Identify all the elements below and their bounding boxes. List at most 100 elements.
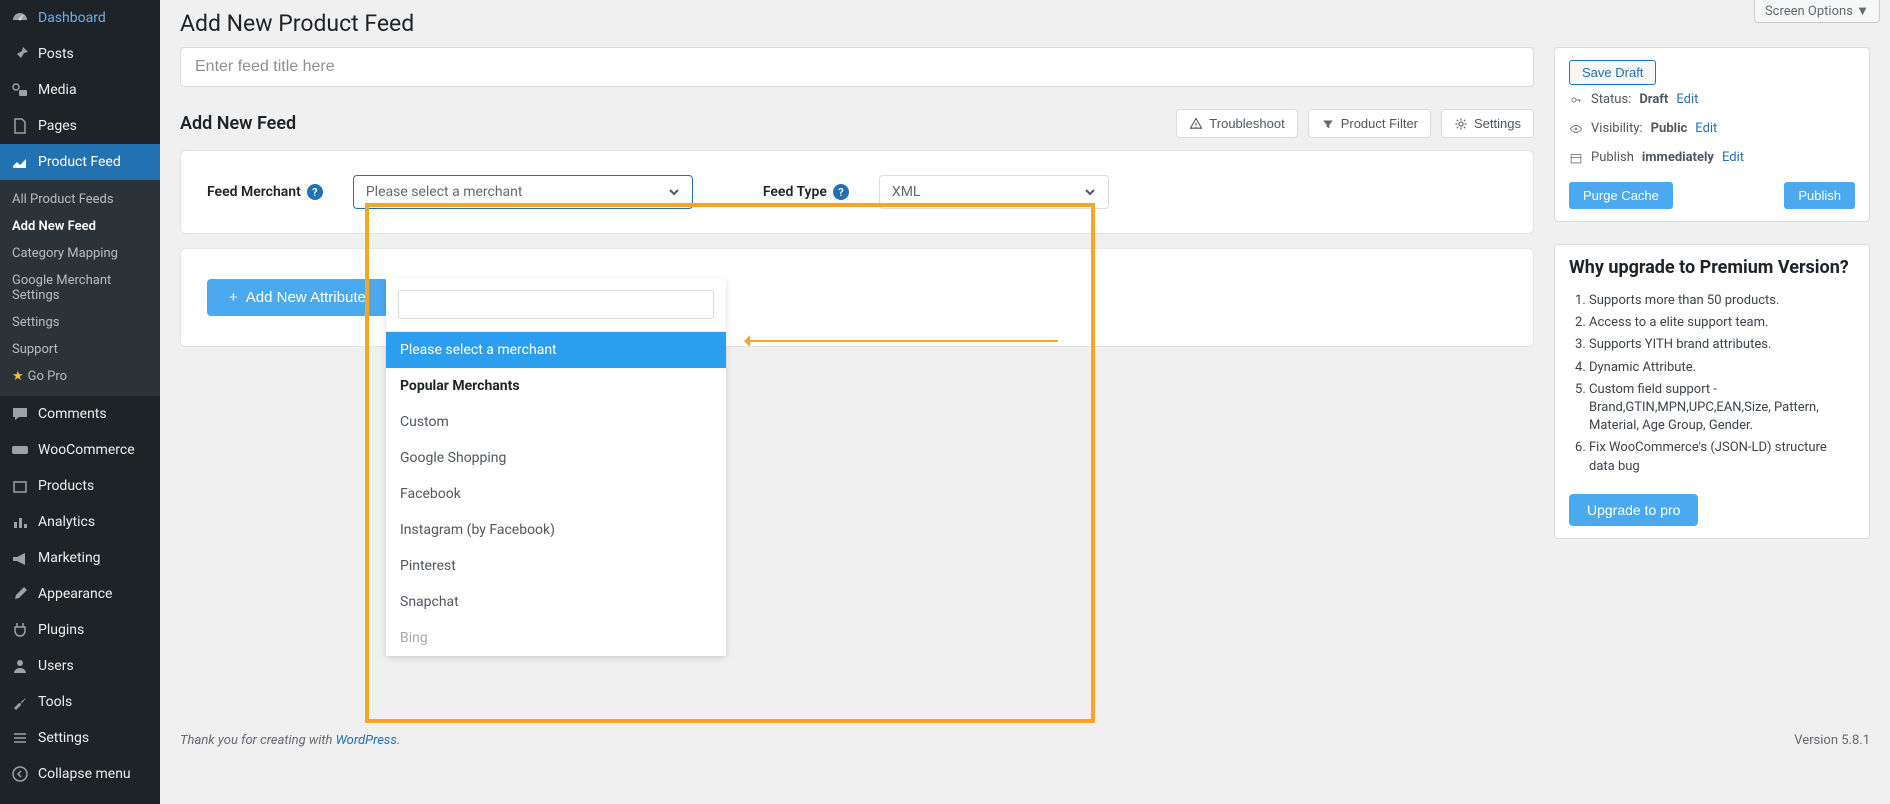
chart-icon [10, 152, 30, 172]
sidebar-item-collapse[interactable]: Collapse menu [0, 756, 160, 792]
dropdown-item[interactable]: Bing [386, 620, 726, 656]
user-icon [10, 656, 30, 676]
dropdown-item[interactable]: Google Shopping [386, 440, 726, 476]
edit-visibility-link[interactable]: Edit [1695, 121, 1717, 136]
help-icon[interactable]: ? [307, 184, 323, 200]
sidebar-item-label: Marketing [38, 550, 101, 566]
sidebar-sub-all-feeds[interactable]: All Product Feeds [0, 186, 160, 213]
upgrade-to-pro-button[interactable]: Upgrade to pro [1569, 494, 1698, 526]
sidebar-item-label: Collapse menu [38, 766, 131, 782]
troubleshoot-button[interactable]: Troubleshoot [1176, 109, 1297, 138]
merchant-dropdown: Please select a merchant Popular Merchan… [386, 278, 726, 656]
sidebar-item-pages[interactable]: Pages [0, 108, 160, 144]
sidebar-sub-add-new-feed[interactable]: Add New Feed [0, 213, 160, 240]
help-icon[interactable]: ? [833, 184, 849, 200]
settings-button[interactable]: Settings [1441, 109, 1534, 138]
sidebar-item-plugins[interactable]: Plugins [0, 612, 160, 648]
sidebar-item-label: Plugins [38, 622, 84, 638]
attribute-panel: + Add New Attribute [180, 248, 1534, 347]
sidebar-item-posts[interactable]: Posts [0, 36, 160, 72]
sidebar-item-users[interactable]: Users [0, 648, 160, 684]
publish-button[interactable]: Publish [1784, 182, 1855, 209]
dropdown-item[interactable]: Facebook [386, 476, 726, 512]
plug-icon [10, 620, 30, 640]
pages-icon [10, 116, 30, 136]
sidebar-item-label: Settings [38, 730, 89, 746]
merchant-select[interactable]: Please select a merchant [353, 175, 693, 209]
sidebar-item-media[interactable]: Media [0, 72, 160, 108]
visibility-row: Visibility: Public Edit [1569, 114, 1855, 143]
key-icon [1569, 93, 1583, 107]
sidebar-item-comments[interactable]: Comments [0, 396, 160, 432]
sidebar-item-label: Comments [38, 406, 107, 422]
list-item: Access to a elite support team. [1589, 314, 1855, 332]
save-draft-button[interactable]: Save Draft [1569, 60, 1656, 85]
select-value: Please select a merchant [366, 184, 523, 200]
dropdown-search-input[interactable] [398, 290, 714, 319]
sidebar-item-marketing[interactable]: Marketing [0, 540, 160, 576]
sidebar-item-label: Posts [38, 46, 74, 62]
sidebar-item-label: Users [38, 658, 74, 674]
feed-type-label: Feed Type? [763, 184, 849, 200]
sliders-icon [10, 728, 30, 748]
plus-icon: + [229, 289, 238, 306]
dropdown-search-wrap [386, 278, 726, 331]
sidebar-item-tools[interactable]: Tools [0, 684, 160, 720]
calendar-icon [1569, 151, 1583, 165]
feed-type-select[interactable]: XML [879, 175, 1109, 209]
purge-cache-button[interactable]: Purge Cache [1569, 182, 1673, 209]
sidebar-sub-category-mapping[interactable]: Category Mapping [0, 240, 160, 267]
analytics-icon [10, 512, 30, 532]
woo-icon [10, 440, 30, 460]
sidebar-item-settings[interactable]: Settings [0, 720, 160, 756]
dropdown-item-placeholder[interactable]: Please select a merchant [386, 332, 726, 368]
footer: Thank you for creating with WordPress. V… [180, 733, 1870, 748]
upgrade-box: Why upgrade to Premium Version? Supports… [1554, 244, 1870, 539]
filter-icon [1321, 117, 1335, 131]
sidebar-item-label: Go Pro [28, 369, 67, 384]
edit-status-link[interactable]: Edit [1676, 92, 1698, 107]
dropdown-item[interactable]: Custom [386, 404, 726, 440]
screen-options-toggle[interactable]: Screen Options ▼ [1754, 0, 1880, 23]
sidebar-item-label: WooCommerce [38, 442, 135, 458]
edit-publish-link[interactable]: Edit [1722, 150, 1744, 165]
upgrade-title: Why upgrade to Premium Version? [1569, 257, 1855, 278]
sidebar-sub-google-merchant[interactable]: Google Merchant Settings [0, 267, 160, 309]
upgrade-list: Supports more than 50 products. Access t… [1569, 292, 1855, 476]
list-item: Dynamic Attribute. [1589, 359, 1855, 377]
sidebar-sub-go-pro[interactable]: ★ Go Pro [0, 363, 160, 390]
sidebar-item-label: Analytics [38, 514, 95, 530]
feed-title-input[interactable] [180, 47, 1534, 87]
status-row: Status: Draft Edit [1569, 85, 1855, 114]
wordpress-link[interactable]: WordPress [336, 733, 397, 748]
dropdown-list[interactable]: Please select a merchant Popular Merchan… [386, 331, 726, 656]
sidebar-item-label: Pages [38, 118, 77, 134]
sidebar-sub-settings[interactable]: Settings [0, 309, 160, 336]
sidebar-item-woocommerce[interactable]: WooCommerce [0, 432, 160, 468]
button-label: Add New Attribute [246, 289, 366, 306]
sidebar-item-product-feed[interactable]: Product Feed [0, 144, 160, 180]
sidebar-item-analytics[interactable]: Analytics [0, 504, 160, 540]
merchant-label: Feed Merchant? [207, 184, 323, 200]
button-label: Settings [1474, 116, 1521, 131]
sidebar-item-products[interactable]: Products [0, 468, 160, 504]
warning-icon [1189, 117, 1203, 131]
sidebar-item-appearance[interactable]: Appearance [0, 576, 160, 612]
sidebar-item-dashboard[interactable]: Dashboard [0, 0, 160, 36]
dropdown-item[interactable]: Instagram (by Facebook) [386, 512, 726, 548]
sidebar-sub-support[interactable]: Support [0, 336, 160, 363]
chevron-down-icon [1084, 186, 1096, 198]
footer-text: Thank you for creating with [180, 733, 336, 748]
list-item: Fix WooCommerce's (JSON-LD) structure da… [1589, 439, 1855, 475]
dropdown-item[interactable]: Pinterest [386, 548, 726, 584]
button-label: Product Filter [1341, 116, 1418, 131]
star-icon: ★ [12, 369, 24, 384]
gauge-icon [10, 8, 30, 28]
sidebar-item-label: Appearance [38, 586, 112, 602]
button-label: Troubleshoot [1209, 116, 1284, 131]
publish-box: Save Draft Status: Draft Edit Visibility… [1554, 47, 1870, 222]
dropdown-item[interactable]: Snapchat [386, 584, 726, 620]
product-filter-button[interactable]: Product Filter [1308, 109, 1431, 138]
sidebar-item-label: Dashboard [38, 10, 106, 26]
add-new-attribute-button[interactable]: + Add New Attribute [207, 279, 388, 316]
